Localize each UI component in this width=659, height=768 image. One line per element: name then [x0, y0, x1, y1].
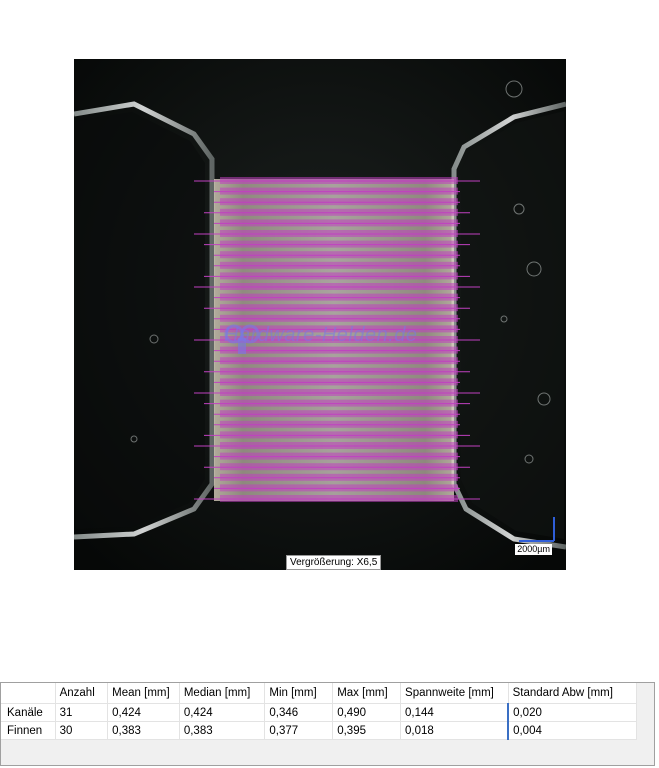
table-cell: 0,004: [507, 721, 638, 740]
column-header[interactable]: [1, 683, 56, 704]
column-header-min[interactable]: Min [mm]: [264, 683, 334, 704]
table-cell: 0,018: [400, 721, 509, 740]
table-header-row: Anzahl Mean [mm] Median [mm] Min [mm] Ma…: [1, 683, 638, 704]
micrograph-image: Hardware-Helden.de 2000µm: [74, 59, 566, 570]
results-grid: Anzahl Mean [mm] Median [mm] Min [mm] Ma…: [1, 683, 638, 740]
column-header-mean[interactable]: Mean [mm]: [107, 683, 180, 704]
table-cell: 0,424: [107, 703, 180, 722]
table-cell: 0,395: [332, 721, 402, 740]
measurement-lines: [194, 177, 480, 502]
table-cell: 30: [55, 721, 109, 740]
column-header-spannweite[interactable]: Spannweite [mm]: [400, 683, 509, 704]
column-header-anzahl[interactable]: Anzahl: [55, 683, 109, 704]
measurement-band: [220, 261, 458, 269]
magnification-label: Vergrößerung: X6,5: [286, 555, 382, 570]
table-cell: 0,020: [507, 703, 638, 722]
table-cell: 31: [55, 703, 109, 722]
table-cell: 0,377: [264, 721, 334, 740]
table-cell: 0,490: [332, 703, 402, 722]
column-header-standard-abw[interactable]: Standard Abw [mm]: [508, 683, 638, 704]
table-cell: 0,144: [400, 703, 509, 722]
column-header-median[interactable]: Median [mm]: [179, 683, 266, 704]
scale-bar-label: 2000µm: [515, 544, 552, 555]
table-row-kanaele[interactable]: Kanäle 31 0,424 0,424 0,346 0,490 0,144 …: [1, 703, 638, 722]
micrograph-drawing: [74, 59, 566, 570]
table-row-finnen[interactable]: Finnen 30 0,383 0,383 0,377 0,395 0,018 …: [1, 721, 638, 740]
row-label: Kanäle: [1, 703, 56, 722]
row-label: Finnen: [1, 721, 56, 740]
results-table: Anzahl Mean [mm] Median [mm] Min [mm] Ma…: [0, 682, 655, 766]
column-header-max[interactable]: Max [mm]: [332, 683, 402, 704]
table-cell: 0,383: [107, 721, 180, 740]
table-cell: 0,424: [179, 703, 266, 722]
table-cell: 0,346: [264, 703, 334, 722]
table-cell: 0,383: [179, 721, 266, 740]
